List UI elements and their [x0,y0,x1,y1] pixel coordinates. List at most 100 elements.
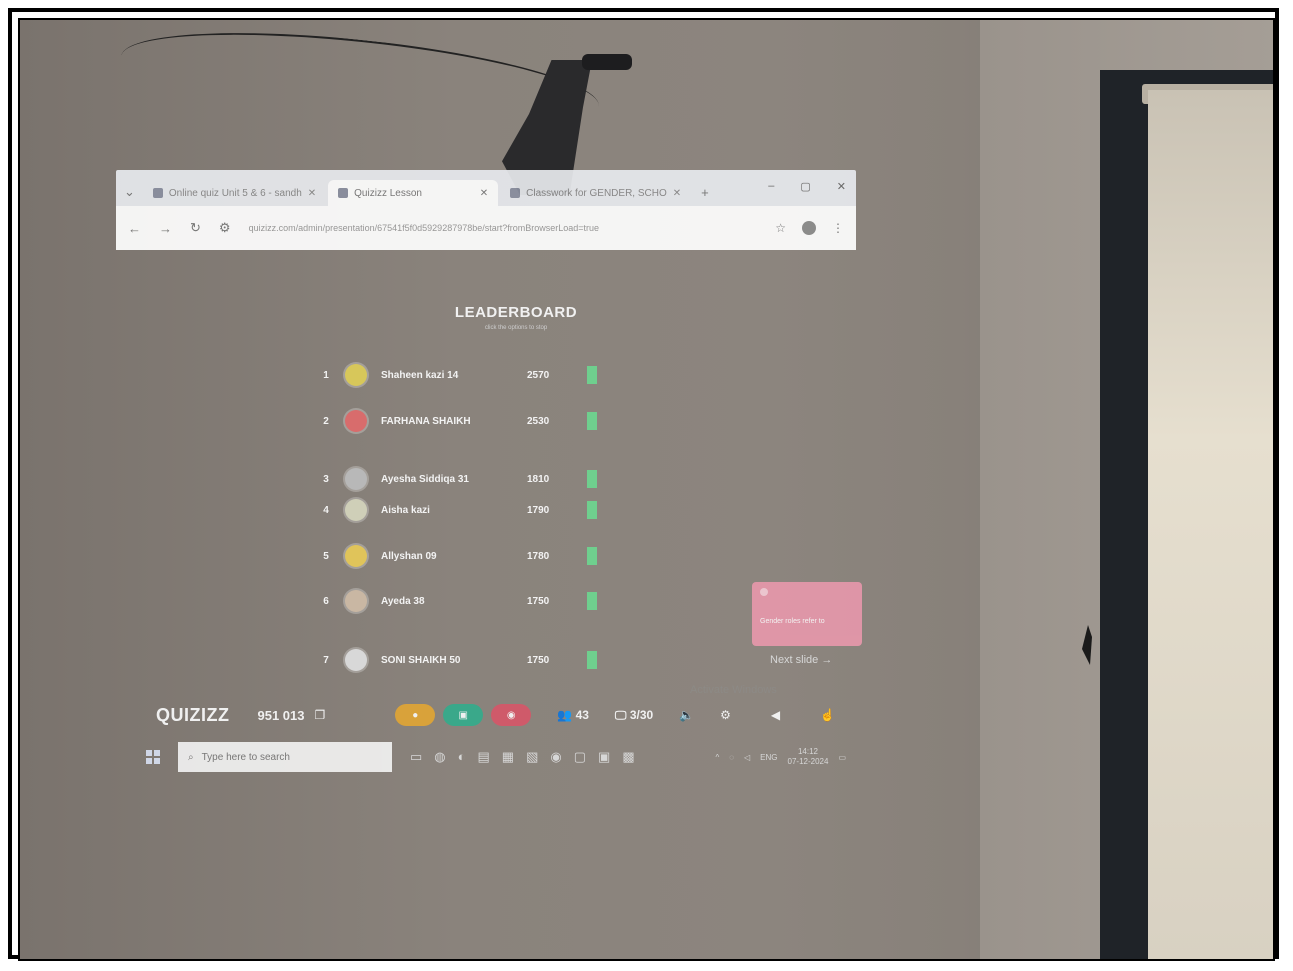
word-icon[interactable]: ▦ [502,749,514,765]
next-slide-preview[interactable]: Gender roles refer to [752,582,862,646]
rank: 4 [323,504,329,516]
clock-time: 14:12 [797,747,818,756]
maximize-button[interactable]: ▢ [800,180,810,193]
prev-slide-icon[interactable]: ◀ [771,708,780,722]
windows-taskbar: ⌕ Type here to search ▭ ◍ ◐ ▤ ▦ ▧ ◉ ▢ ▣ … [146,740,846,774]
windows-start-icon[interactable] [146,750,160,764]
tab-classwork[interactable]: Classwork for GENDER, SCHO ✕ [500,180,691,206]
close-window-button[interactable]: ✕ [837,180,846,193]
clock-date: 07-12-2024 [787,757,829,766]
slide-progress: 🖵 3/30 [615,708,653,723]
player-avatar [345,545,367,567]
participants-count: 👥 43 [557,708,589,722]
address-actions: ☆ ⋮ [775,221,844,235]
player-avatar [345,410,367,432]
tab-label: Online quiz Unit 5 & 6 - sandh [168,187,302,199]
star-icon[interactable]: ☆ [775,221,786,235]
leaderboard-row: 4 Aisha kazi 1790 [311,497,611,523]
tray-chevron-icon[interactable]: ^ [715,753,719,762]
system-tray: ^ ◌ ◁ ENG 14:12 07-12-2024 ▭ [715,747,846,767]
score-bar [587,651,597,669]
app-icon[interactable]: ▢ [574,749,586,765]
teams-icon[interactable]: ▩ [622,749,634,765]
score-bar [587,592,597,610]
notification-icon[interactable]: ▭ [838,753,846,762]
screen-button[interactable]: ▣ [443,704,484,726]
site-settings-icon[interactable]: ⚙ [219,220,231,236]
tab-bar: ⌄ Online quiz Unit 5 & 6 - sandh ✕ Quizi… [116,170,856,206]
photo: ⌄ Online quiz Unit 5 & 6 - sandh ✕ Quizi… [18,18,1275,961]
quizizz-logo: QUIZIZZ [156,704,230,725]
player-name: SONI SHAIKH 50 [381,654,461,666]
language-indicator[interactable]: ENG [760,753,777,762]
menu-kebab-icon[interactable]: ⋮ [832,221,844,235]
close-tab-icon[interactable]: ✕ [673,188,681,199]
copy-icon[interactable]: ❐ [315,708,326,722]
activate-windows-watermark: Activate Windows [690,684,777,696]
clock[interactable]: 14:12 07-12-2024 [788,747,829,767]
back-arrow-icon[interactable]: ← [128,221,141,236]
volume-icon[interactable]: 🔈 [679,708,694,722]
leaderboard-row: 3 Ayesha Siddiqa 31 1810 [311,466,611,492]
task-view-icon[interactable]: ▭ [410,749,422,765]
slide-progress-value: 3/30 [629,707,654,722]
player-score: 2530 [527,415,550,427]
store-icon[interactable]: ▣ [598,749,610,765]
volume-tray-icon[interactable]: ◁ [744,753,750,762]
quizizz-icon [338,188,349,198]
reaction-button[interactable]: ● [395,704,436,726]
leaderboard-row: 2 FARHANA SHAIKH 2530 [311,408,611,434]
excel-icon[interactable]: ▧ [526,749,538,765]
url-field[interactable]: quizizz.com/admin/presentation/67541f5f0… [249,223,758,233]
edge-icon[interactable]: ◐ [458,749,466,765]
projector-mount-cap [582,54,632,70]
score-bar [587,412,597,430]
rank: 1 [323,369,329,381]
player-avatar [345,649,367,671]
rank: 5 [323,550,329,562]
tab-quizizz-lesson[interactable]: Quizizz Lesson ✕ [328,180,499,206]
close-tab-icon[interactable]: ✕ [480,188,488,199]
network-icon[interactable]: ◌ [729,753,734,762]
player-score: 1790 [527,504,550,516]
score-bar [587,366,597,384]
next-slide-text: Gender roles refer to [760,618,825,625]
leaderboard-subtitle: click the options to stop [484,325,548,331]
profile-avatar[interactable] [802,221,816,235]
firefox-icon[interactable]: ◉ [550,749,561,765]
tab-label: Classwork for GENDER, SCHO [526,187,667,199]
tab-online-quiz[interactable]: Online quiz Unit 5 & 6 - sandh ✕ [143,180,326,206]
minimize-button[interactable]: – [768,180,774,193]
classroom-icon [510,188,521,198]
address-bar: ← → ↻ ⚙ quizizz.com/admin/presentation/6… [116,206,856,250]
close-tab-icon[interactable]: ✕ [308,188,316,199]
tab-search-chevron-icon[interactable]: ⌄ [124,184,135,200]
file-explorer-icon[interactable]: ▤ [478,749,490,765]
forward-arrow-icon[interactable]: → [159,221,172,236]
next-slide-label-text: Next slide [770,654,819,666]
leaderboard-row: 7 SONI SHAIKH 50 1750 [311,647,611,673]
score-bar [587,547,597,565]
chrome-icon[interactable]: ◍ [434,749,445,765]
player-score: 1750 [527,654,550,666]
window-controls: – ▢ ✕ [768,180,846,193]
new-tab-button[interactable]: + [701,185,709,200]
record-button[interactable]: ◉ [491,704,532,726]
tab-label: Quizizz Lesson [354,187,422,199]
quizizz-control-bar: QUIZIZZ 951 013 ❐ ● ▣ ◉ 👥 43 🖵 3/30 🔈 ⚙ … [156,698,856,732]
taskbar-apps: ▭ ◍ ◐ ▤ ▦ ▧ ◉ ▢ ▣ ▩ [410,749,635,765]
pointer-cursor-icon: ☝ [820,708,836,722]
player-avatar [345,364,367,386]
player-name: Aisha kazi [381,504,430,516]
next-slide-label[interactable]: Next slide → [770,654,832,666]
leaderboard-row: 1 Shaheen kazi 14 2570 [311,362,611,388]
reload-icon[interactable]: ↻ [190,220,201,236]
taskbar-search[interactable]: ⌕ Type here to search [178,742,392,772]
settings-icon[interactable]: ⚙ [720,708,731,722]
player-score: 1780 [527,550,550,562]
slide-dot-icon [760,588,768,596]
participants-value: 43 [575,708,589,722]
projected-screen: ⌄ Online quiz Unit 5 & 6 - sandh ✕ Quizi… [116,170,862,776]
taskbar-search-placeholder: Type here to search [201,751,290,763]
player-score: 1810 [527,473,550,485]
